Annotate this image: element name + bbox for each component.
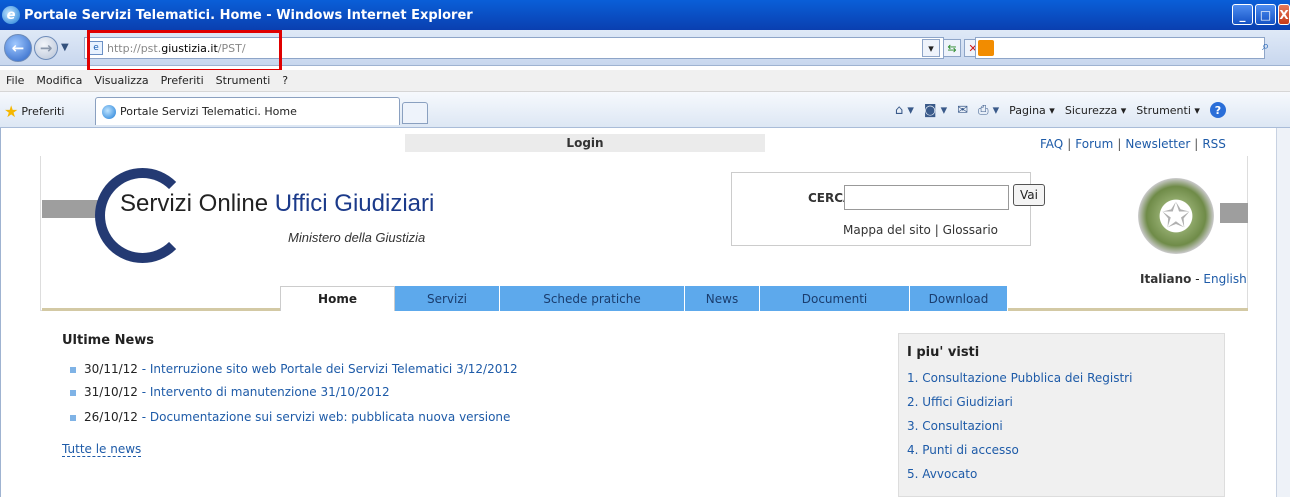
glossario-link[interactable]: Glossario	[943, 223, 998, 237]
favorites-bar: ★ Preferiti Portale Servizi Telematici. …	[0, 92, 1290, 128]
sicurezza-label: Sicurezza	[1064, 103, 1118, 117]
lang-italiano[interactable]: Italiano	[1140, 272, 1191, 286]
tab-documenti[interactable]: Documenti	[760, 286, 910, 311]
ie-logo-icon: e	[2, 6, 20, 24]
feeds-icon[interactable]: ◙ ▾	[924, 103, 947, 118]
window-title: Portale Servizi Telematici. Home - Windo…	[24, 7, 473, 23]
vertical-scrollbar[interactable]	[1276, 128, 1290, 497]
news-item[interactable]: 26/10/12 - Documentazione sui servizi we…	[70, 410, 510, 424]
logo-bar-left	[42, 200, 102, 218]
favorites-label: Preferiti	[21, 105, 65, 118]
most-viewed-item[interactable]: 2. Uffici Giudiziari	[907, 395, 1013, 409]
all-news-link[interactable]: Tutte le news	[62, 442, 142, 457]
site-logo-text[interactable]: Servizi Online Uffici Giudiziari	[120, 190, 434, 218]
rss-link[interactable]: RSS	[1202, 137, 1226, 151]
star-icon: ★	[4, 102, 19, 121]
logo-bar-right	[1220, 203, 1248, 223]
news-text: Intervento di manutenzione 31/10/2012	[149, 385, 390, 399]
menu-visualizza[interactable]: Visualizza	[94, 74, 148, 87]
faq-link[interactable]: FAQ	[1040, 137, 1063, 151]
logo-text-2: Uffici Giudiziari	[274, 190, 435, 217]
minimize-button[interactable]: _	[1232, 4, 1253, 25]
menu-preferiti[interactable]: Preferiti	[161, 74, 204, 87]
most-viewed-item[interactable]: 4. Punti di accesso	[907, 443, 1019, 457]
top-links: FAQ | Forum | Newsletter | RSS	[1040, 137, 1226, 151]
logo-subtitle: Ministero della Giustizia	[288, 230, 426, 245]
home-icon[interactable]: ⌂ ▾	[895, 103, 914, 118]
search-button[interactable]: Vai	[1013, 184, 1045, 206]
search-icon[interactable]: ⌕	[1262, 39, 1282, 57]
news-date: 30/11/12	[84, 362, 138, 376]
search-links: Mappa del sito | Glossario	[843, 223, 999, 237]
history-dropdown-icon[interactable]: ▼	[61, 42, 69, 53]
tab-title: Portale Servizi Telematici. Home	[120, 105, 297, 118]
bullet-icon	[70, 414, 76, 421]
print-icon[interactable]: ⎙ ▾	[978, 103, 999, 118]
title-bar: e Portale Servizi Telematici. Home - Win…	[0, 0, 1290, 30]
tab-download[interactable]: Download	[910, 286, 1008, 311]
logo-text-1: Servizi Online	[120, 190, 275, 217]
tab-news[interactable]: News	[685, 286, 760, 311]
mail-icon[interactable]: ✉	[957, 103, 968, 118]
refresh-icon[interactable]: ⇆	[943, 39, 961, 57]
favorites-button[interactable]: ★ Preferiti	[4, 102, 64, 121]
sicurezza-menu[interactable]: Sicurezza ▾	[1065, 104, 1126, 117]
emblem-icon: ✩	[1138, 178, 1214, 254]
command-bar: ⌂ ▾ ◙ ▾ ✉ ⎙ ▾ Pagina ▾ Sicurezza ▾ Strum…	[895, 102, 1226, 118]
news-date: 26/10/12	[84, 410, 138, 424]
strumenti-label: Strumenti	[1136, 103, 1191, 117]
mappa-link[interactable]: Mappa del sito	[843, 223, 931, 237]
search-provider-icon	[978, 40, 994, 56]
news-title: Ultime News	[62, 333, 155, 348]
most-viewed-title: I piu' visti	[907, 345, 980, 360]
strumenti-menu[interactable]: Strumenti ▾	[1136, 104, 1200, 117]
most-viewed-item[interactable]: 3. Consultazioni	[907, 419, 1003, 433]
news-item[interactable]: 30/11/12 - Interruzione sito web Portale…	[70, 362, 518, 376]
tab-home[interactable]: Home	[280, 286, 395, 311]
new-tab-button[interactable]	[402, 102, 428, 124]
newsletter-link[interactable]: Newsletter	[1125, 137, 1190, 151]
search-provider-input[interactable]	[975, 37, 1265, 59]
news-item[interactable]: 31/10/12 - Intervento di manutenzione 31…	[70, 385, 390, 399]
back-button[interactable]: ←	[4, 34, 32, 62]
menu-bar: File Modifica Visualizza Preferiti Strum…	[0, 70, 1290, 92]
most-viewed-item[interactable]: 5. Avvocato	[907, 467, 977, 481]
menu-strumenti[interactable]: Strumenti	[216, 74, 271, 87]
forum-link[interactable]: Forum	[1075, 137, 1113, 151]
site-search-input[interactable]	[844, 185, 1009, 210]
most-viewed-item[interactable]: 1. Consultazione Pubblica dei Registri	[907, 371, 1132, 385]
bullet-icon	[70, 389, 76, 396]
close-button[interactable]: X	[1278, 4, 1290, 25]
news-text: Documentazione sui servizi web: pubblica…	[149, 410, 511, 424]
login-link[interactable]: Login	[405, 134, 765, 152]
browser-tab[interactable]: Portale Servizi Telematici. Home	[95, 97, 400, 125]
pagina-menu[interactable]: Pagina ▾	[1009, 104, 1055, 117]
address-tools: ▾ ⇆ ✕	[922, 39, 982, 57]
url-highlight-box	[87, 30, 282, 72]
bullet-icon	[70, 366, 76, 373]
ie-tab-icon	[102, 104, 116, 119]
pagina-label: Pagina	[1009, 103, 1046, 117]
lang-separator: -	[1191, 272, 1204, 286]
lang-english[interactable]: English	[1203, 272, 1246, 286]
main-nav: Home Servizi Schede pratiche News Docume…	[42, 286, 1248, 311]
language-switch: Italiano - English	[1140, 272, 1247, 286]
menu-file[interactable]: File	[6, 74, 24, 87]
tab-servizi[interactable]: Servizi	[395, 286, 500, 311]
menu-modifica[interactable]: Modifica	[36, 74, 82, 87]
menu-help[interactable]: ?	[282, 74, 288, 87]
tab-schede-pratiche[interactable]: Schede pratiche	[500, 286, 685, 311]
help-icon[interactable]: ?	[1209, 102, 1226, 118]
news-text: Interruzione sito web Portale dei Serviz…	[149, 362, 518, 376]
forward-button[interactable]: →	[34, 36, 58, 60]
news-date: 31/10/12	[84, 385, 138, 399]
maximize-button[interactable]: □	[1255, 4, 1276, 25]
url-dropdown-icon[interactable]: ▾	[922, 39, 940, 57]
